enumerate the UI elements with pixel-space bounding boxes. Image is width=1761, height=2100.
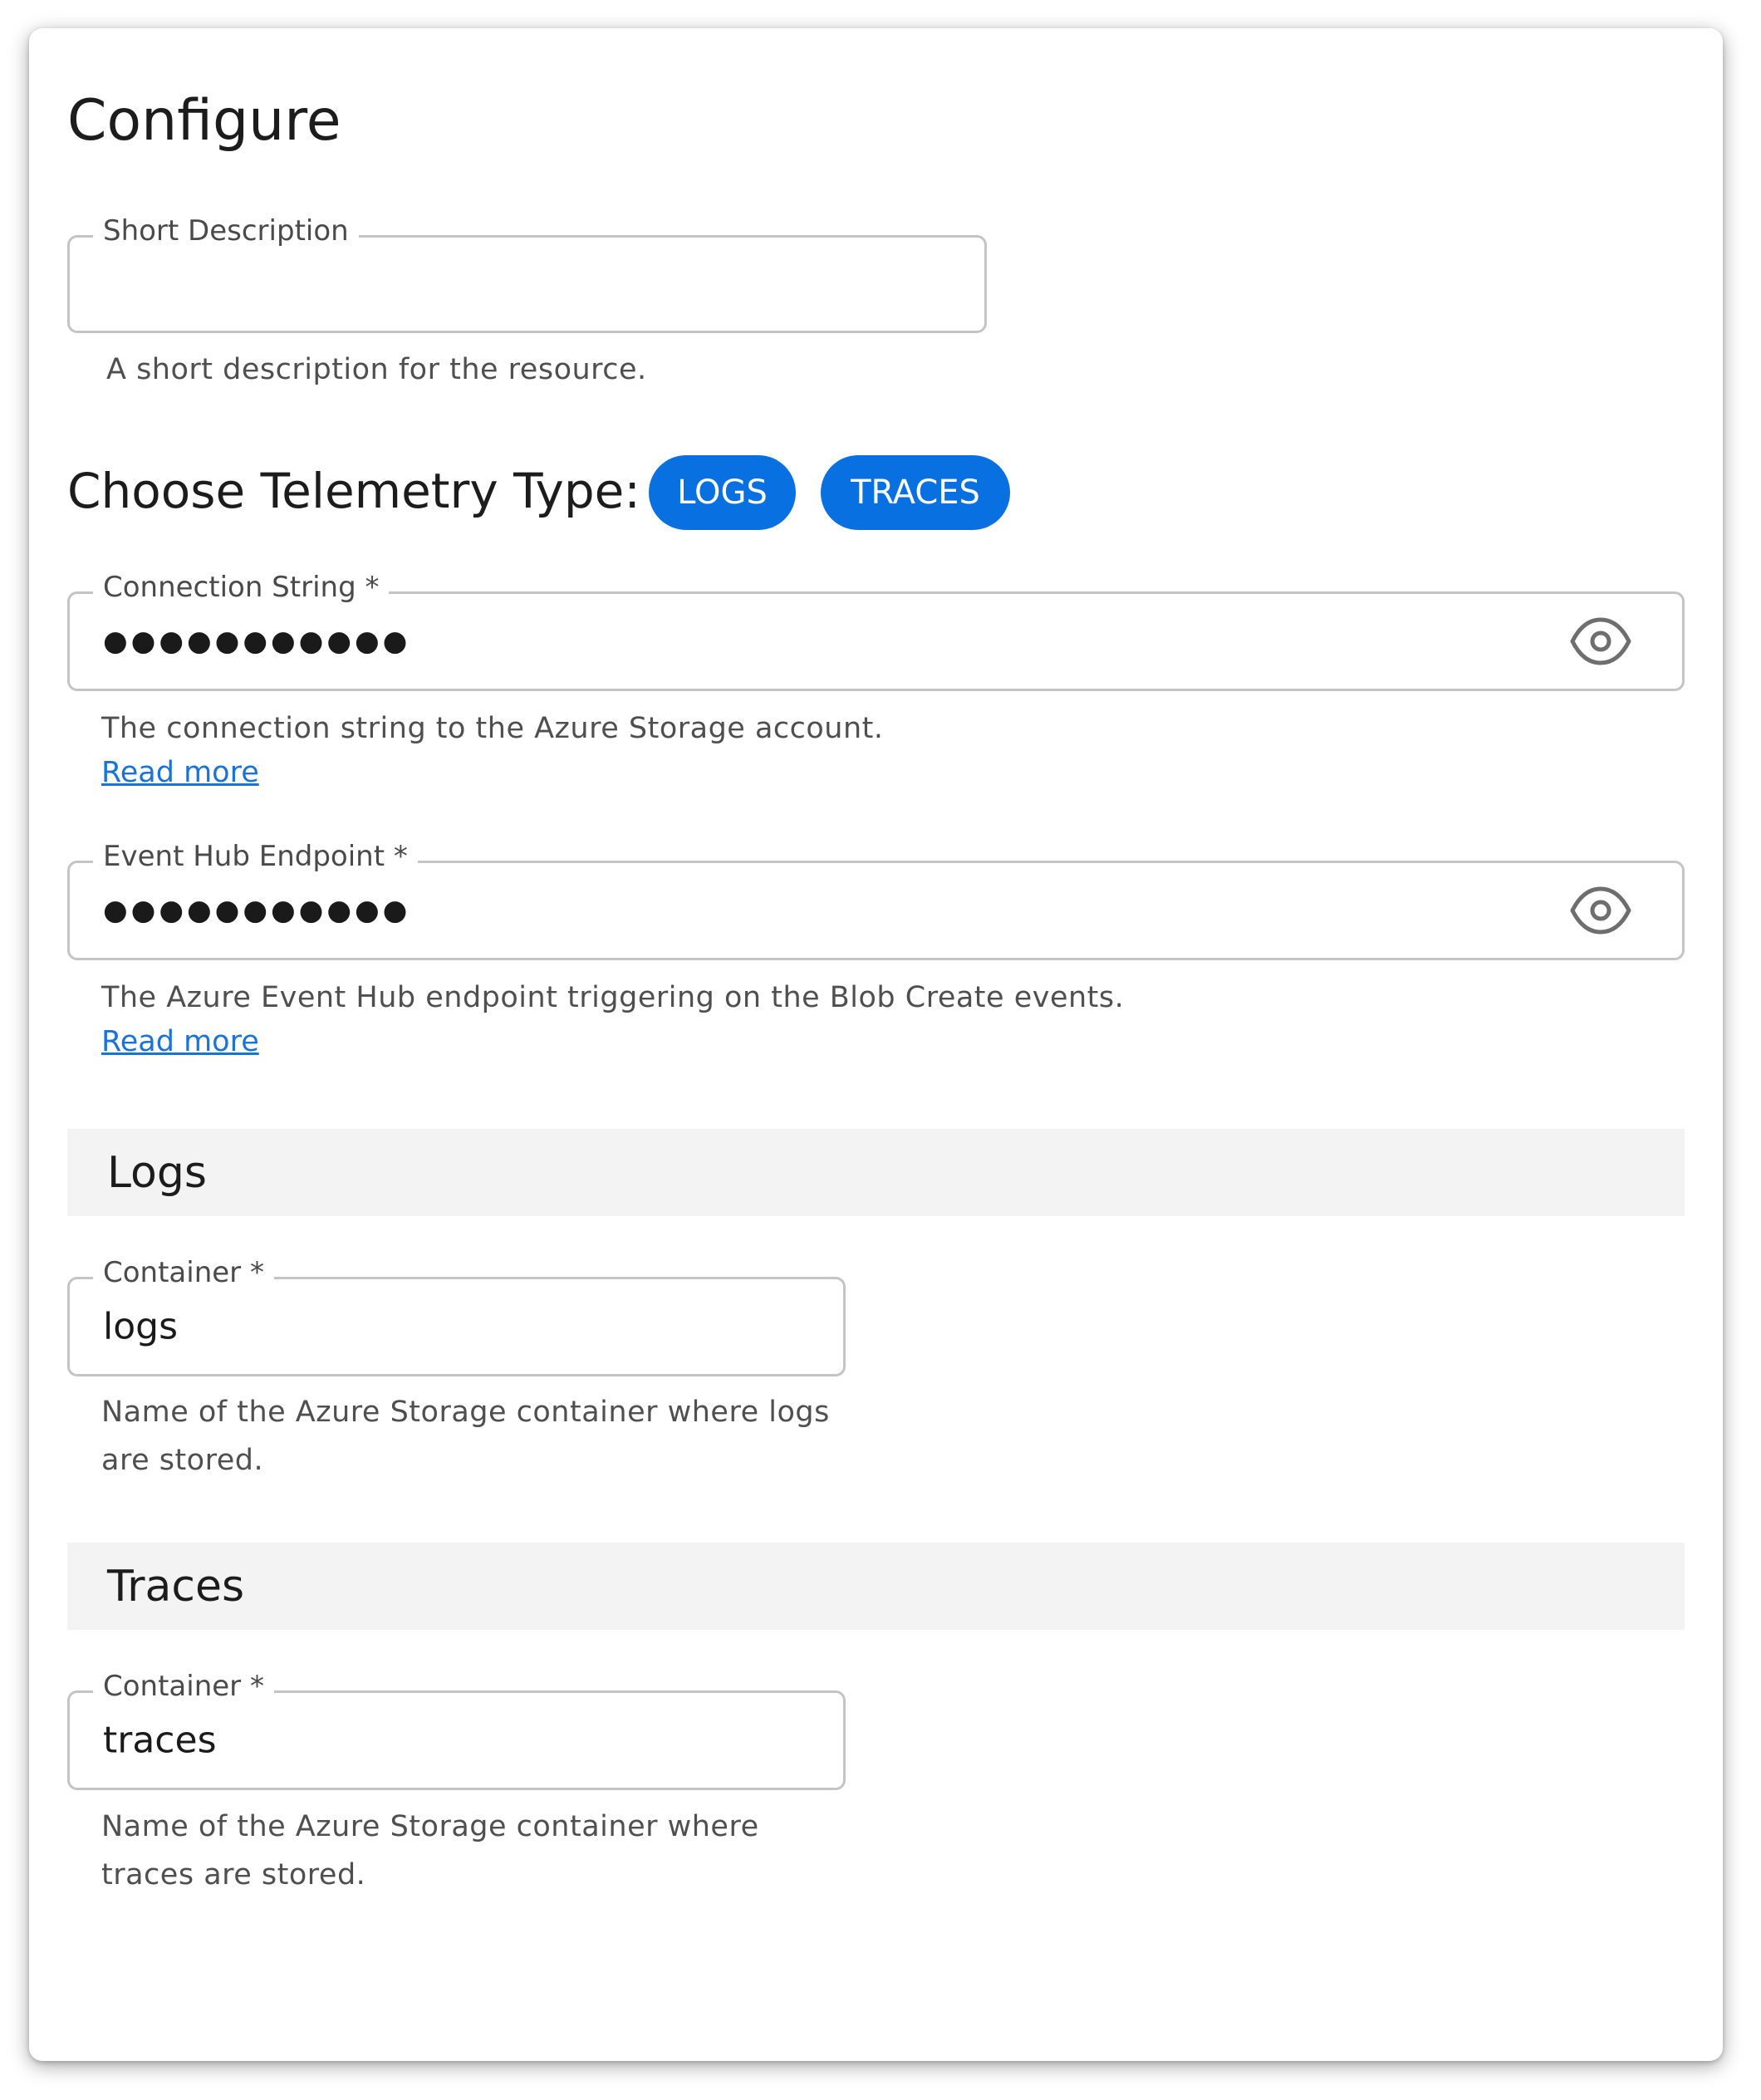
traces-container-helper: Name of the Azure Storage container wher… [101, 1810, 759, 1891]
eye-icon[interactable] [1569, 616, 1632, 666]
logs-section-title: Logs [107, 1147, 207, 1198]
short-description-label: Short Description [93, 213, 359, 250]
logs-section-header: Logs [67, 1129, 1685, 1216]
event-hub-endpoint-label: Event Hub Endpoint * [93, 838, 418, 876]
event-hub-endpoint-field[interactable]: Event Hub Endpoint * ●●●●●●●●●●● [67, 838, 1685, 960]
connection-string-masked-value: ●●●●●●●●●●● [103, 625, 411, 658]
telemetry-type-heading: Choose Telemetry Type: [67, 463, 640, 519]
connection-string-read-more-link[interactable]: Read more [101, 756, 259, 789]
traces-chip[interactable]: TRACES [821, 455, 1010, 530]
eye-icon[interactable] [1569, 886, 1632, 935]
logs-container-label: Container * [93, 1254, 274, 1292]
short-description-field[interactable]: Short Description [67, 213, 987, 333]
logs-container-helper: Name of the Azure Storage container wher… [101, 1396, 830, 1477]
traces-section-header: Traces [67, 1543, 1685, 1630]
logs-container-field[interactable]: Container * logs [67, 1254, 846, 1376]
traces-container-value: traces [103, 1719, 217, 1762]
traces-section-title: Traces [107, 1561, 245, 1612]
traces-container-field[interactable]: Container * traces [67, 1668, 846, 1790]
connection-string-helper: The connection string to the Azure Stora… [101, 712, 884, 745]
configure-card: Configure Short Description A short desc… [29, 28, 1723, 2061]
connection-string-label: Connection String * [93, 569, 390, 606]
logs-chip[interactable]: LOGS [649, 455, 796, 530]
page-title: Configure [67, 88, 341, 154]
logs-container-value: logs [103, 1305, 178, 1348]
event-hub-endpoint-read-more-link[interactable]: Read more [101, 1025, 259, 1058]
event-hub-endpoint-helper: The Azure Event Hub endpoint triggering … [101, 981, 1125, 1014]
event-hub-endpoint-masked-value: ●●●●●●●●●●● [103, 894, 411, 927]
traces-container-label: Container * [93, 1668, 274, 1705]
short-description-helper: A short description for the resource. [106, 353, 647, 386]
connection-string-field[interactable]: Connection String * ●●●●●●●●●●● [67, 569, 1685, 691]
